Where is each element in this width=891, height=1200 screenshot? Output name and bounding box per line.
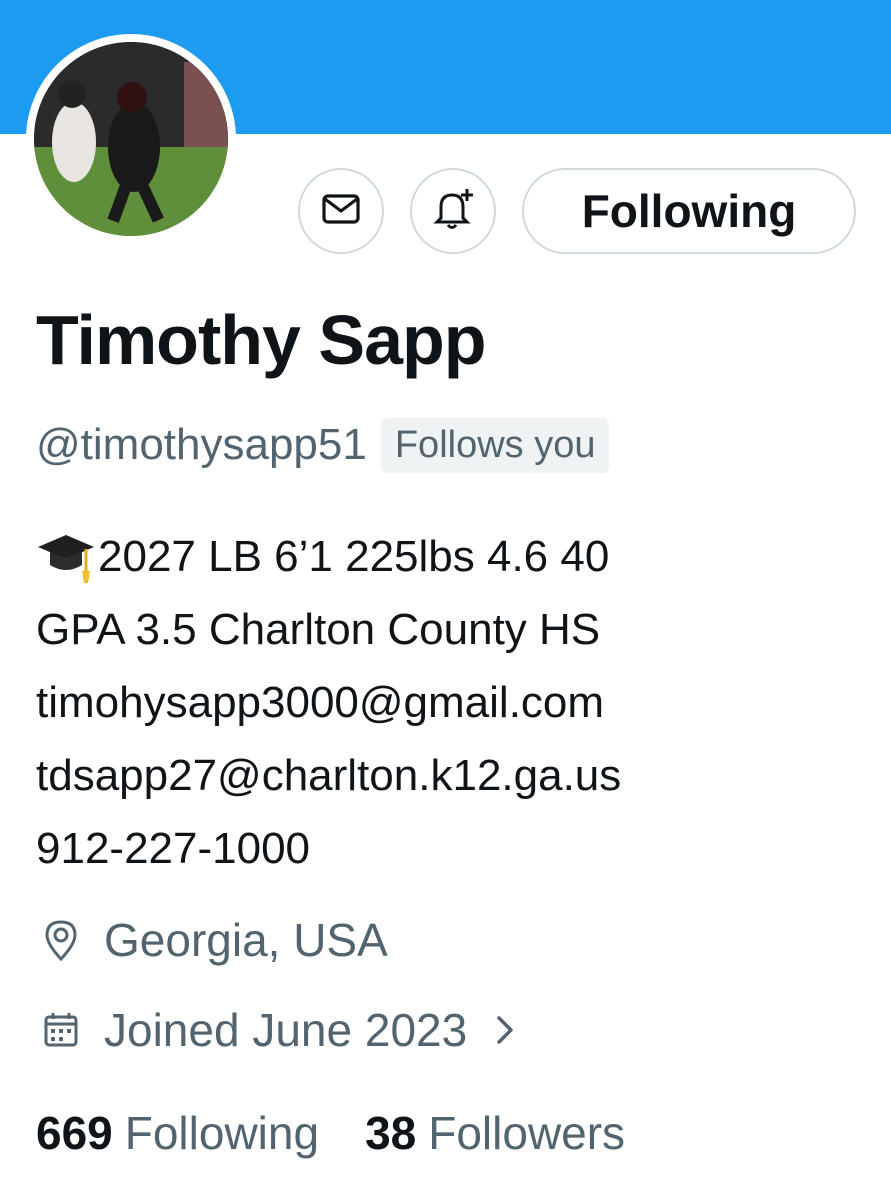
graduation-cap-icon [36,527,96,587]
profile-handle: @timothysapp51 [36,420,367,469]
following-count-link[interactable]: 669 Following [36,1106,319,1160]
profile-bio: 2027 LB 6’1 225lbs 4.6 40 GPA 3.5 Charlt… [36,520,876,885]
follows-you-badge: Follows you [380,417,610,473]
joined-text: Joined June 2023 [104,1004,468,1056]
calendar-icon [36,1005,86,1055]
followers-count: 38 [365,1107,417,1159]
location-pin-icon [36,915,86,965]
avatar-photo [34,42,228,236]
following-count: 669 [36,1107,113,1159]
bio-line: 2027 LB 6’1 225lbs 4.6 40 [36,520,876,593]
avatar[interactable] [26,34,236,244]
location-text: Georgia, USA [104,914,388,966]
joined-row[interactable]: Joined June 2023 [36,1003,517,1057]
bio-email-link[interactable]: timohysapp3000@gmail.com [36,666,876,739]
bio-email-link[interactable]: tdsapp27@charlton.k12.ga.us [36,739,876,812]
profile-name: Timothy Sapp [36,301,487,379]
following-label: Following [124,1107,320,1159]
bio-text: 2027 LB 6’1 225lbs 4.6 40 [98,532,610,581]
chevron-right-icon [493,1013,517,1047]
handle-row: @timothysapp51 Follows you [36,414,610,476]
bio-phone: 912-227-1000 [36,824,311,873]
followers-label: Followers [428,1107,626,1159]
following-button[interactable]: Following [522,168,856,254]
followers-count-link[interactable]: 38 Followers [365,1106,625,1160]
notify-button[interactable] [410,168,496,254]
message-button[interactable] [298,168,384,254]
follow-counts: 669 Following 38 Followers [36,1106,625,1160]
mail-icon [319,187,363,236]
bio-line: GPA 3.5 Charlton County HS [36,605,601,654]
location-row: Georgia, USA [36,913,388,967]
bell-plus-icon [429,185,477,238]
